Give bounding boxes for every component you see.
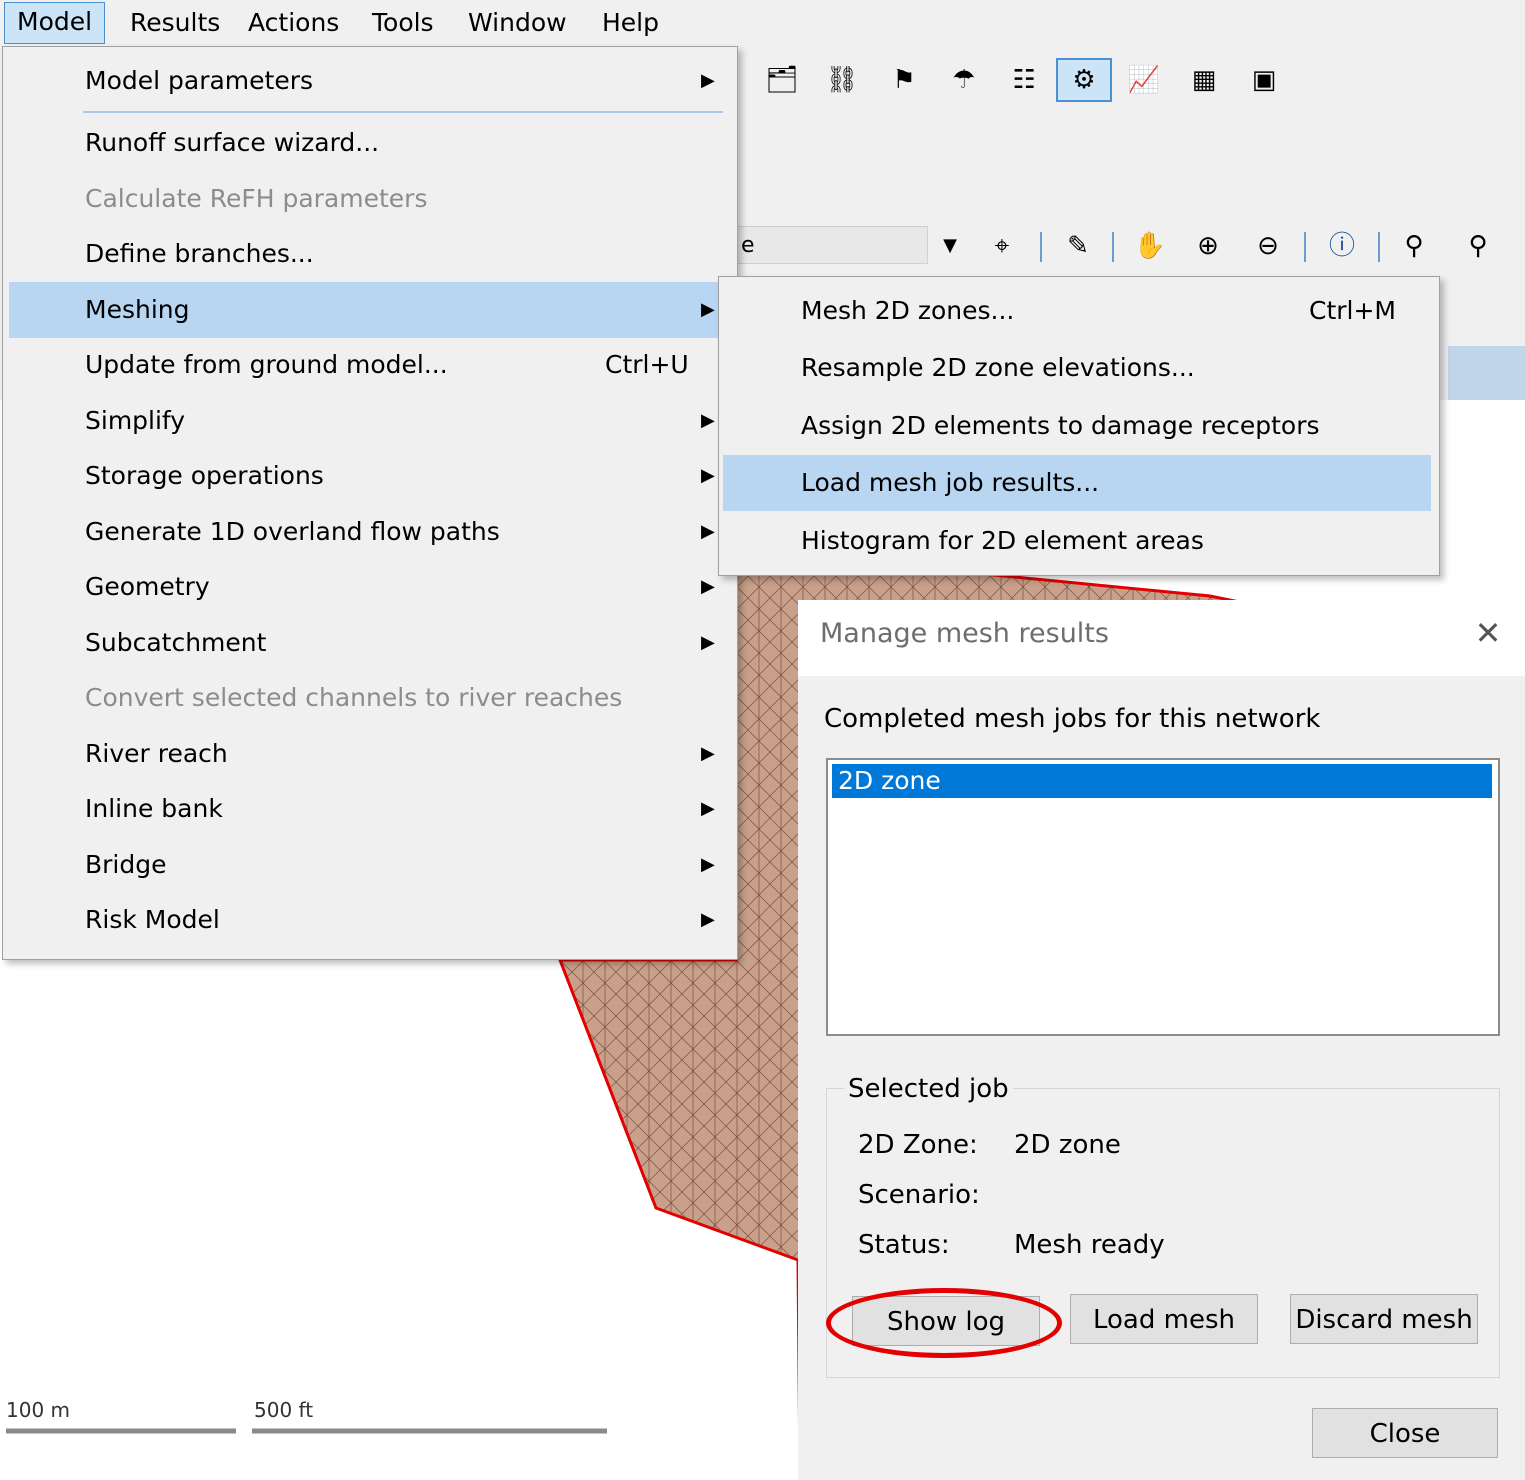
submenu-arrow-icon: ▶ bbox=[701, 70, 715, 91]
tree-icon[interactable]: ☷ bbox=[1006, 62, 1042, 98]
submenu-item-resample-elevations[interactable]: Resample 2D zone elevations... bbox=[723, 340, 1431, 396]
chevron-down-icon[interactable]: ▼ bbox=[932, 228, 968, 264]
manage-mesh-results-dialog: Manage mesh results ✕ Completed mesh job… bbox=[798, 600, 1525, 1480]
menu-item-convert-channels: Convert selected channels to river reach… bbox=[85, 683, 623, 712]
submenu-item-load-mesh-job-results[interactable]: Load mesh job results... bbox=[723, 455, 1431, 511]
window-icon[interactable]: ▣ bbox=[1246, 62, 1282, 98]
submenu-item-histogram[interactable]: Histogram for 2D element areas bbox=[723, 513, 1431, 569]
flag-icon[interactable]: ⚑ bbox=[886, 62, 922, 98]
submenu-arrow-icon: ▶ bbox=[701, 798, 715, 819]
menu-item-update-ground-model[interactable]: Update from ground model... Ctrl+U bbox=[9, 337, 725, 393]
load-mesh-button[interactable]: Load mesh bbox=[1070, 1294, 1258, 1344]
menu-item-risk-model[interactable]: Risk Model ▶ bbox=[9, 892, 725, 948]
menu-item-storage-operations[interactable]: Storage operations ▶ bbox=[9, 448, 725, 504]
menu-item-geometry[interactable]: Geometry ▶ bbox=[9, 559, 725, 615]
measure-icon[interactable]: ⚲ bbox=[1460, 228, 1496, 264]
discard-mesh-button[interactable]: Discard mesh bbox=[1290, 1294, 1478, 1344]
new-object-icon[interactable]: 🗂 bbox=[764, 62, 800, 98]
list-item[interactable]: 2D zone bbox=[832, 764, 1492, 798]
zone-value: 2D zone bbox=[1014, 1130, 1121, 1160]
menu-item-river-reach[interactable]: River reach ▶ bbox=[9, 726, 725, 782]
jobs-list[interactable]: 2D zone bbox=[826, 758, 1500, 1036]
menu-item-generate-overland-flow[interactable]: Generate 1D overland flow paths ▶ bbox=[9, 504, 725, 560]
menu-item-meshing[interactable]: Meshing ▶ bbox=[9, 282, 725, 338]
toolbar-separator bbox=[1378, 232, 1380, 262]
menu-actions[interactable]: Actions bbox=[236, 4, 351, 42]
menu-window[interactable]: Window bbox=[456, 4, 579, 42]
menu-item-runoff-surface-wizard[interactable]: Runoff surface wizard... bbox=[9, 115, 725, 171]
info-icon[interactable]: ⓘ bbox=[1324, 228, 1360, 264]
toolbar-separator bbox=[1112, 232, 1114, 262]
submenu-arrow-icon: ▶ bbox=[701, 299, 715, 320]
model-menu: Model parameters ▶ Runoff surface wizard.… bbox=[2, 46, 738, 960]
submenu-item-assign-damage-receptors[interactable]: Assign 2D elements to damage receptors bbox=[723, 398, 1431, 454]
layer-combo-value: e bbox=[741, 233, 755, 258]
pipe-tool-icon[interactable]: ✎ bbox=[1060, 228, 1096, 264]
submenu-item-mesh-2d-zones[interactable]: Mesh 2D zones... Ctrl+M bbox=[723, 283, 1431, 339]
menu-item-simplify[interactable]: Simplify ▶ bbox=[9, 393, 725, 449]
grid-icon[interactable]: ▦ bbox=[1186, 62, 1222, 98]
submenu-arrow-icon: ▶ bbox=[701, 854, 715, 875]
menu-tools[interactable]: Tools bbox=[360, 4, 446, 42]
submenu-arrow-icon: ▶ bbox=[701, 465, 715, 486]
selected-job-group-title: Selected job bbox=[844, 1074, 1013, 1104]
toolbar-separator bbox=[1040, 232, 1042, 262]
scale-bar-metric-label: 100 m bbox=[6, 1398, 71, 1422]
submenu-arrow-icon: ▶ bbox=[701, 632, 715, 653]
menu-model[interactable]: Model bbox=[4, 2, 106, 44]
menu-item-inline-bank[interactable]: Inline bank ▶ bbox=[9, 781, 725, 837]
menu-separator bbox=[83, 111, 723, 113]
pan-hand-icon[interactable]: ✋ bbox=[1132, 228, 1168, 264]
submenu-arrow-icon: ▶ bbox=[701, 743, 715, 764]
menu-bar: Model Results Actions Tools Window Help bbox=[0, 0, 1525, 46]
layer-combo[interactable]: e bbox=[736, 226, 928, 264]
zoom-out-icon[interactable]: ⊖ bbox=[1250, 228, 1286, 264]
rain-icon[interactable]: ☂ bbox=[946, 62, 982, 98]
find-icon[interactable]: ⚲ bbox=[1396, 228, 1432, 264]
menu-results[interactable]: Results bbox=[118, 4, 232, 42]
gears-icon[interactable]: ⚙ bbox=[1056, 58, 1112, 102]
dialog-title: Manage mesh results bbox=[820, 618, 1109, 649]
scale-bar-imperial-label: 500 ft bbox=[254, 1398, 314, 1422]
status-label: Status: bbox=[858, 1230, 950, 1260]
submenu-arrow-icon: ▶ bbox=[701, 576, 715, 597]
jobs-list-label: Completed mesh jobs for this network bbox=[824, 704, 1321, 734]
panel-header bbox=[1448, 346, 1525, 406]
network-icon[interactable]: ⛓ bbox=[824, 62, 860, 98]
select-icon[interactable]: ⌖ bbox=[984, 228, 1020, 264]
close-button[interactable]: Close bbox=[1312, 1408, 1498, 1458]
submenu-arrow-icon: ▶ bbox=[701, 909, 715, 930]
menu-item-bridge[interactable]: Bridge ▶ bbox=[9, 837, 725, 893]
menu-help[interactable]: Help bbox=[590, 4, 671, 42]
menu-item-calculate-refh: Calculate ReFH parameters bbox=[85, 184, 428, 213]
graph-icon[interactable]: 📈 bbox=[1126, 62, 1162, 98]
menu-item-subcatchment[interactable]: Subcatchment ▶ bbox=[9, 615, 725, 671]
scenario-label: Scenario: bbox=[858, 1180, 980, 1210]
menu-item-model-parameters[interactable]: Model parameters ▶ bbox=[9, 53, 725, 109]
dialog-titlebar: Manage mesh results ✕ bbox=[798, 600, 1525, 676]
submenu-arrow-icon: ▶ bbox=[701, 410, 715, 431]
zone-label: 2D Zone: bbox=[858, 1130, 978, 1160]
annotation-ellipse bbox=[826, 1288, 1062, 1358]
toolbar-separator bbox=[1304, 232, 1306, 262]
close-icon[interactable]: ✕ bbox=[1470, 614, 1506, 652]
menu-item-define-branches[interactable]: Define branches... bbox=[9, 226, 725, 282]
meshing-submenu: Mesh 2D zones... Ctrl+M Resample 2D zone … bbox=[718, 276, 1440, 576]
submenu-arrow-icon: ▶ bbox=[701, 521, 715, 542]
status-value: Mesh ready bbox=[1014, 1230, 1165, 1260]
zoom-in-icon[interactable]: ⊕ bbox=[1190, 228, 1226, 264]
